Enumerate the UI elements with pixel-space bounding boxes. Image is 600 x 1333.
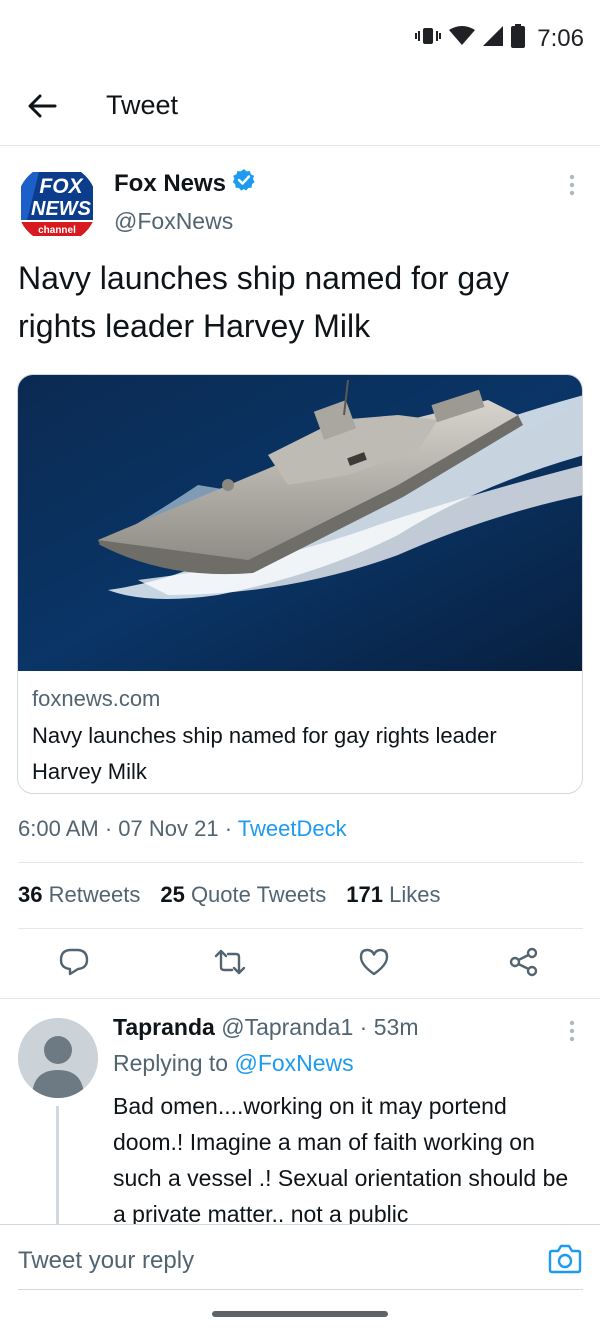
default-avatar-icon xyxy=(18,1018,98,1098)
battery-icon xyxy=(511,24,526,53)
status-icons: 7:06 xyxy=(415,24,584,53)
more-vertical-icon xyxy=(569,1020,575,1047)
reply-author-name[interactable]: Tapranda xyxy=(113,1014,215,1040)
likes-stat[interactable]: 171 Likes xyxy=(346,882,440,908)
like-icon xyxy=(359,948,389,981)
retweet-button[interactable] xyxy=(208,942,252,986)
camera-icon xyxy=(548,1244,582,1279)
reply-separator: · xyxy=(359,1014,368,1040)
divider xyxy=(18,928,583,929)
replying-prefix: Replying to xyxy=(113,1050,229,1076)
input-underline xyxy=(18,1289,583,1290)
divider xyxy=(0,998,600,999)
page-title: Tweet xyxy=(106,90,179,120)
retweets-count: 36 xyxy=(18,882,43,907)
app-header: Tweet xyxy=(0,76,600,146)
camera-button[interactable] xyxy=(548,1243,582,1277)
reply-composer: Tweet your reply xyxy=(0,1224,600,1333)
svg-text:channel: channel xyxy=(38,225,76,236)
card-domain: foxnews.com xyxy=(32,686,161,711)
status-time: 7:06 xyxy=(537,24,584,52)
reply-more-options-button[interactable] xyxy=(562,1018,582,1048)
reply-button[interactable] xyxy=(52,942,96,986)
reply-text: Bad omen....working on it may portend do… xyxy=(113,1093,569,1224)
tweet-meta: 6:00 AM · 07 Nov 21 · TweetDeck xyxy=(18,816,347,842)
reply-input[interactable]: Tweet your reply xyxy=(18,1247,194,1275)
reply-tweet[interactable]: Tapranda @Tapranda1 · 53m Replying to @F… xyxy=(0,1000,600,1224)
signal-icon xyxy=(483,26,504,51)
link-card[interactable]: foxnews.com Navy launches ship named for… xyxy=(17,374,583,794)
status-bar: 7:06 xyxy=(0,0,600,76)
share-icon xyxy=(509,947,539,982)
reply-time: 53m xyxy=(373,1014,419,1040)
replying-to-mention[interactable]: @FoxNews xyxy=(234,1050,353,1076)
thread-line xyxy=(56,1106,59,1224)
quote-tweets-count: 25 xyxy=(160,882,185,907)
author-name[interactable]: Fox News xyxy=(114,168,256,199)
author-handle[interactable]: @FoxNews xyxy=(114,208,233,235)
tweet-time: 6:00 AM xyxy=(18,816,99,841)
card-image-warship xyxy=(18,375,582,671)
share-button[interactable] xyxy=(502,942,546,986)
arrow-left-icon xyxy=(27,93,57,124)
verified-badge-icon xyxy=(232,168,256,199)
reply-author-handle[interactable]: @Tapranda1 xyxy=(221,1014,353,1040)
vibrate-icon xyxy=(415,26,442,51)
tweet-text: Navy launches ship named for gay rights … xyxy=(18,260,509,344)
meta-separator: · xyxy=(224,816,233,841)
svg-text:FOX: FOX xyxy=(39,175,84,198)
likes-count: 171 xyxy=(346,882,383,907)
avatar[interactable] xyxy=(18,1018,98,1098)
meta-separator: · xyxy=(104,816,113,841)
wifi-icon xyxy=(449,26,476,51)
more-vertical-icon xyxy=(569,174,575,201)
home-indicator[interactable] xyxy=(212,1311,388,1317)
reply-icon xyxy=(59,948,89,981)
quote-tweets-stat[interactable]: 25 Quote Tweets xyxy=(160,882,326,908)
tweet-date: 07 Nov 21 xyxy=(118,816,219,841)
tweet-stats: 36 Retweets 25 Quote Tweets 171 Likes xyxy=(18,882,440,908)
card-title: Navy launches ship named for gay rights … xyxy=(32,723,497,784)
like-button[interactable] xyxy=(352,942,396,986)
back-button[interactable] xyxy=(22,88,62,128)
retweets-stat[interactable]: 36 Retweets xyxy=(18,882,140,908)
retweets-label: Retweets xyxy=(48,882,141,907)
svg-text:NEWS: NEWS xyxy=(31,198,92,220)
tweet-source-link[interactable]: TweetDeck xyxy=(238,816,347,841)
reply-header: Tapranda @Tapranda1 · 53m xyxy=(113,1014,418,1041)
replying-to: Replying to @FoxNews xyxy=(113,1050,354,1077)
quote-tweets-label: Quote Tweets xyxy=(190,882,327,907)
retweet-icon xyxy=(214,949,246,980)
likes-label: Likes xyxy=(389,882,441,907)
more-options-button[interactable] xyxy=(562,172,582,202)
divider xyxy=(18,862,583,863)
author-name-text: Fox News xyxy=(114,169,227,197)
tweet-actions xyxy=(0,942,600,1006)
fox-news-logo: FOX NEWS channel xyxy=(17,164,97,244)
avatar[interactable]: FOX NEWS channel xyxy=(17,164,97,244)
